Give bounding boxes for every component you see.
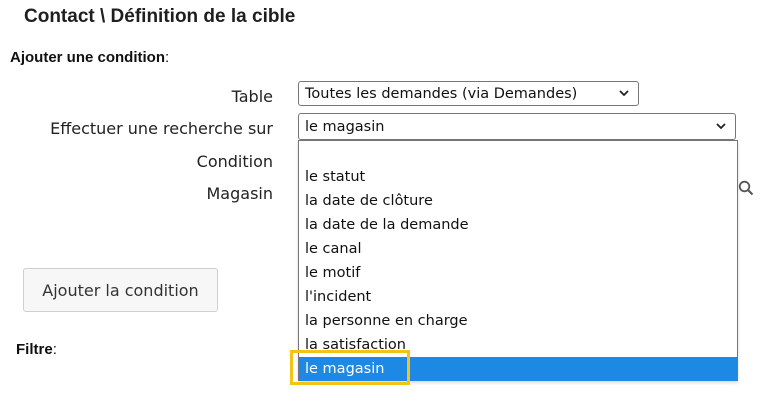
dropdown-option-statut[interactable]: le statut [299,165,737,189]
dropdown-option-satisfaction[interactable]: la satisfaction [299,333,737,357]
filter-heading: Filtre: [16,341,57,358]
search-icon[interactable] [738,180,754,196]
add-condition-heading: Ajouter une condition: [10,49,169,66]
add-condition-heading-text: Ajouter une condition [10,49,165,66]
table-select[interactable]: Toutes les demandes (via Demandes) [298,81,639,106]
add-condition-button[interactable]: Ajouter la condition [23,268,218,312]
page-title: Contact \ Définition de la cible [24,6,296,27]
dropdown-option-date-cloture[interactable]: la date de clôture [299,189,737,213]
search-on-select-value: le magasin [305,118,385,135]
search-on-select[interactable]: le magasin [298,113,736,140]
add-condition-heading-colon: : [165,49,170,66]
filter-heading-colon: : [52,341,57,358]
chevron-down-icon [619,89,629,96]
table-select-value: Toutes les demandes (via Demandes) [305,85,578,102]
dropdown-option-date-demande[interactable]: la date de la demande [299,213,737,237]
dropdown-option-motif[interactable]: le motif [299,261,737,285]
store-label: Magasin [206,184,274,203]
filter-heading-text: Filtre [16,341,53,358]
search-on-dropdown-list[interactable]: le statut la date de clôture la date de … [298,140,738,381]
dropdown-option-canal[interactable]: le canal [299,237,737,261]
chevron-down-icon [716,122,726,129]
table-label: Table [231,87,273,106]
dropdown-option-magasin[interactable]: le magasin [299,357,737,381]
condition-label: Condition [196,152,273,171]
dropdown-option-incident[interactable]: l'incident [299,285,737,309]
search-on-label: Effectuer une recherche sur [50,119,273,138]
dropdown-option-personne-en-charge[interactable]: la personne en charge [299,309,737,333]
